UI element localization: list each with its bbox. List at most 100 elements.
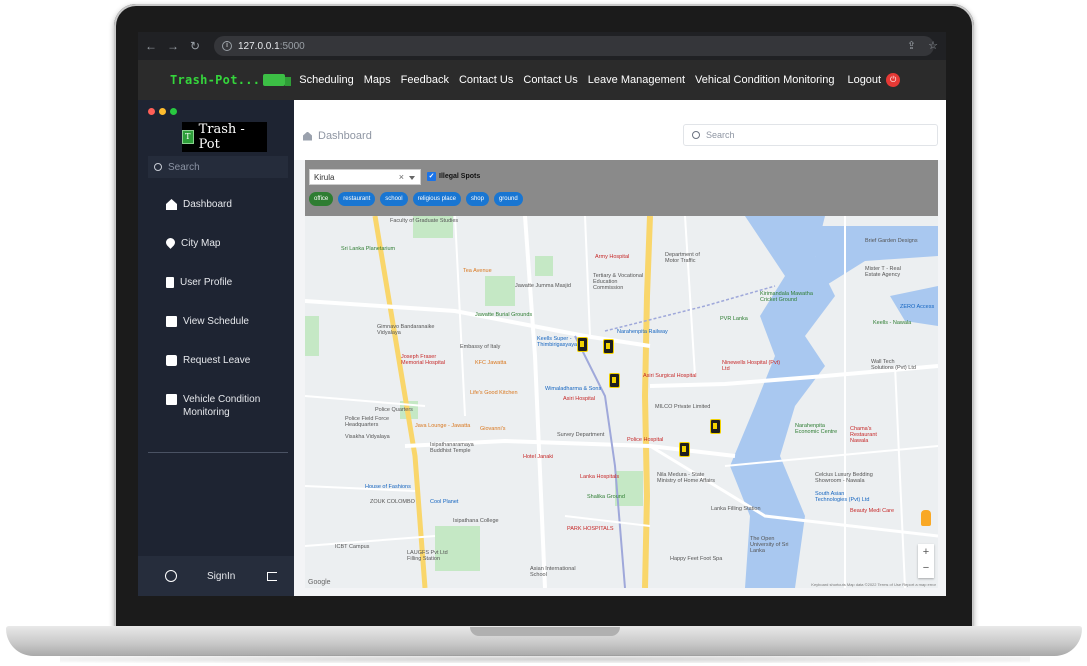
bin-marker[interactable] bbox=[710, 419, 721, 434]
sidebar-search-input[interactable]: Search bbox=[148, 156, 288, 178]
nav-scheduling[interactable]: Scheduling bbox=[299, 74, 353, 86]
map-label: Asian International School bbox=[530, 566, 576, 578]
bin-marker[interactable] bbox=[577, 337, 588, 352]
search-icon bbox=[154, 163, 162, 171]
street-view-pegman-icon[interactable] bbox=[921, 510, 931, 526]
home-icon bbox=[303, 131, 312, 141]
breadcrumb-dashboard[interactable]: Dashboard bbox=[318, 130, 372, 142]
chip-religious-place[interactable]: religious place bbox=[412, 192, 461, 206]
map-label: Police Hospital bbox=[627, 437, 664, 443]
map-label: Narahenpita Economic Centre bbox=[795, 423, 838, 435]
back-icon[interactable]: ← bbox=[142, 39, 160, 53]
map-label: LAUGFS Pvt Ltd Filling Station bbox=[407, 550, 448, 562]
illegal-spots-checkbox[interactable]: ✓ Illegal Spots bbox=[427, 172, 480, 181]
map-label: Faculty of Graduate Studies bbox=[390, 218, 459, 224]
nav-contact-us-2[interactable]: Contact Us bbox=[523, 74, 577, 86]
map-label: Ninewells Hospital (Pvt) Ltd bbox=[722, 360, 781, 372]
chevron-down-icon[interactable] bbox=[409, 176, 415, 180]
map-label: Celcius Luxury Bedding Showroom - Nawala bbox=[815, 472, 873, 484]
nav-contact-us[interactable]: Contact Us bbox=[459, 74, 513, 86]
map-label: ICBT Campus bbox=[335, 544, 370, 550]
chip-office[interactable]: office bbox=[309, 192, 334, 206]
map-label: Asiri Surgical Hospital bbox=[643, 373, 697, 379]
area-select[interactable]: Kirula × bbox=[309, 169, 421, 185]
forward-icon[interactable]: → bbox=[164, 39, 182, 53]
map-label: Giovanni's bbox=[480, 426, 506, 432]
exit-icon[interactable] bbox=[267, 571, 278, 581]
map-label: PVR Lanka bbox=[720, 316, 748, 322]
minimize-dot-icon[interactable] bbox=[159, 108, 166, 115]
share-icon[interactable]: ⇪ bbox=[907, 39, 916, 52]
power-icon: ⏻ bbox=[886, 73, 901, 87]
sidebar-logo-text: Trash - Pot bbox=[198, 122, 245, 152]
map-label: Embassy of Italy bbox=[460, 344, 501, 350]
main-search-input[interactable]: Search bbox=[683, 124, 938, 146]
reload-icon[interactable]: ↻ bbox=[186, 39, 204, 53]
sidebar-menu: Dashboard City Map User Profile View Sch… bbox=[164, 198, 263, 432]
map-attribution[interactable]: Keyboard shortcuts Map data ©2022 Terms … bbox=[811, 582, 936, 587]
brand-logo[interactable]: Trash-Pot... bbox=[170, 73, 292, 87]
chip-school[interactable]: school bbox=[380, 192, 408, 206]
sidebar-footer: SignIn bbox=[138, 556, 294, 596]
map-label: Isipathana College bbox=[453, 518, 499, 524]
chip-ground[interactable]: ground bbox=[493, 192, 523, 206]
map-label: MILCO Private Limited bbox=[655, 404, 711, 410]
map-label: Joseph Fraser Memorial Hospital bbox=[401, 354, 446, 366]
clear-icon[interactable]: × bbox=[399, 172, 404, 182]
zoom-out-button[interactable]: − bbox=[918, 560, 934, 576]
logout-label: Logout bbox=[847, 74, 882, 86]
map-label: Hotel Janaki bbox=[523, 454, 554, 460]
bin-icon bbox=[166, 277, 174, 288]
map-label: Isipathanaramaya Buddhist Temple bbox=[430, 442, 474, 454]
bin-marker[interactable] bbox=[603, 339, 614, 354]
map-label: The Open University of Sri Lanka bbox=[750, 536, 789, 554]
info-icon[interactable]: i bbox=[222, 41, 232, 51]
map-label: Visakha Vidyalaya bbox=[345, 434, 390, 440]
chip-shop[interactable]: shop bbox=[465, 192, 489, 206]
vehicle-icon bbox=[166, 394, 177, 405]
maximize-dot-icon[interactable] bbox=[170, 108, 177, 115]
map-label: Java Lounge - Jawatta bbox=[415, 423, 471, 429]
bookmark-star-icon[interactable]: ☆ bbox=[928, 39, 938, 52]
logout-button[interactable]: Logout ⏻ bbox=[847, 73, 901, 87]
nav-leave-management[interactable]: Leave Management bbox=[588, 74, 685, 86]
sidebar-item-request-leave[interactable]: Request Leave bbox=[166, 354, 263, 393]
bin-marker[interactable] bbox=[609, 373, 620, 388]
sidebar-item-view-schedule[interactable]: View Schedule bbox=[166, 315, 263, 354]
nav-maps[interactable]: Maps bbox=[364, 74, 391, 86]
area-select-value: Kirula bbox=[314, 172, 335, 182]
bin-marker[interactable] bbox=[679, 442, 690, 457]
sidebar-item-label: View Schedule bbox=[183, 316, 249, 327]
map-label: Wall Tech Solutions (Pvt) Ltd bbox=[871, 359, 916, 371]
user-icon[interactable] bbox=[165, 570, 177, 582]
nav-feedback[interactable]: Feedback bbox=[401, 74, 449, 86]
checkbox-checked-icon: ✓ bbox=[427, 172, 436, 181]
sidebar-item-label: User Profile bbox=[180, 277, 233, 288]
city-map[interactable]: Faculty of Graduate Studies Sri Lanka Pl… bbox=[305, 216, 938, 588]
sidebar-item-dashboard[interactable]: Dashboard bbox=[166, 198, 263, 237]
nav-vehical-condition-monitoring[interactable]: Vehical Condition Monitoring bbox=[695, 74, 834, 86]
sidebar-item-label: City Map bbox=[181, 238, 221, 249]
chip-restaurant[interactable]: restaurant bbox=[338, 192, 376, 206]
map-label: Police Quarters bbox=[375, 407, 413, 413]
sidebar-item-label: Request Leave bbox=[183, 355, 251, 366]
signin-button[interactable]: SignIn bbox=[207, 571, 235, 582]
address-bar[interactable]: i 127.0.0.1:5000 bbox=[214, 36, 934, 56]
illegal-spots-label: Illegal Spots bbox=[439, 173, 481, 180]
map-label: Sri Lanka Planetarium bbox=[341, 246, 396, 252]
map-label: South Asian Technologies (Pvt) Ltd bbox=[815, 491, 870, 503]
main-content: Dashboard Search Kirula × ✓ Illegal Spot… bbox=[294, 100, 946, 596]
close-dot-icon[interactable] bbox=[148, 108, 155, 115]
map-label: Happy Feet Foot Spa bbox=[670, 556, 723, 562]
zoom-in-button[interactable]: + bbox=[918, 544, 934, 560]
map-label: Army Hospital bbox=[595, 254, 630, 260]
garbage-truck-icon bbox=[263, 74, 292, 86]
map-label: ZOUK COLOMBO bbox=[370, 499, 415, 505]
sidebar-item-city-map[interactable]: City Map bbox=[164, 236, 263, 276]
map-label: Brief Garden Designs bbox=[865, 238, 918, 244]
laptop-shadow bbox=[60, 655, 1030, 663]
sidebar-item-vehicle-condition-monitoring[interactable]: Vehicle Condition Monitoring bbox=[166, 393, 263, 432]
map-pin-icon bbox=[164, 236, 177, 249]
map-label: Lanka Hospitals bbox=[580, 474, 620, 480]
sidebar-item-user-profile[interactable]: User Profile bbox=[166, 276, 263, 315]
